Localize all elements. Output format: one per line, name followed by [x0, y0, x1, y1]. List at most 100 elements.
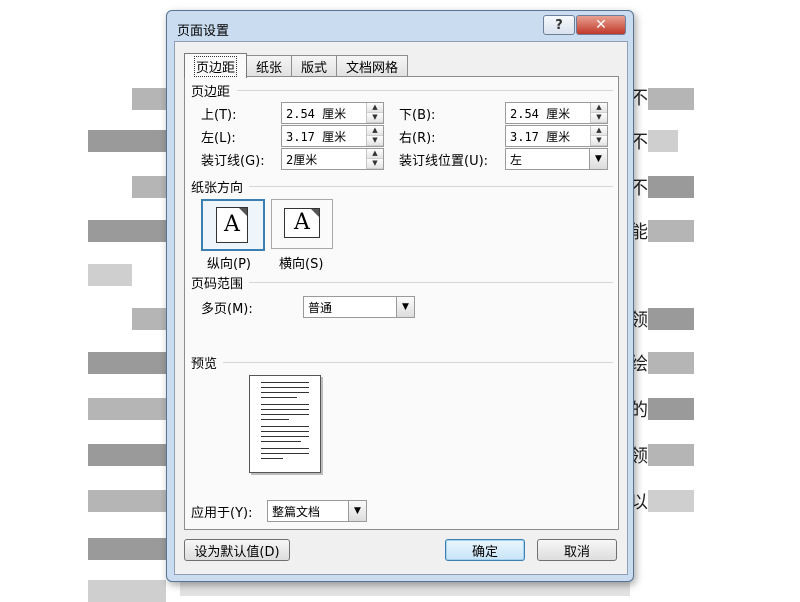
preview-line [261, 404, 309, 405]
gutter-label: 装订线(G): [201, 154, 265, 169]
cancel-button[interactable]: 取消 [537, 539, 617, 561]
help-button[interactable]: ? [543, 15, 575, 35]
apply-to-select[interactable]: 整篇文档 ▼ [267, 500, 367, 522]
chevron-down-icon[interactable]: ▼ [348, 501, 366, 521]
help-icon: ? [555, 17, 563, 33]
close-button[interactable]: ✕ [576, 15, 626, 35]
chevron-down-icon[interactable]: ▼ [396, 297, 414, 317]
preview-line [261, 448, 309, 449]
preview-line [261, 431, 309, 432]
preview-line [261, 441, 301, 442]
gutter-spinner[interactable]: 2厘米 ▲ ▼ [281, 148, 384, 170]
blurred-text [180, 582, 630, 596]
tab-document-grid[interactable]: 文档网格 [336, 55, 409, 77]
right-margin-spinner[interactable]: 3.17 厘米 ▲ ▼ [505, 125, 608, 147]
gutter-value: 2厘米 [286, 153, 318, 167]
page-glyph: A [294, 210, 310, 235]
preview-line [261, 426, 309, 427]
group-separator [223, 362, 613, 363]
page-glyph: A [224, 212, 240, 237]
gutter-position-select[interactable]: 左 ▼ [505, 148, 608, 170]
dialog-client-area: 页边距 纸张 版式 文档网格 页边距 上(T): 2.54 厘米 ▲ ▼ 下(B)… [174, 41, 628, 575]
blurred-text [648, 398, 694, 420]
landscape-label: 横向(S) [279, 257, 324, 272]
blurred-text [648, 352, 694, 374]
tab-label: 版式 [301, 61, 328, 76]
margins-panel: 页边距 上(T): 2.54 厘米 ▲ ▼ 下(B): 2.54 厘米 ▲ ▼ 左(… [184, 76, 619, 530]
bottom-margin-spinner[interactable]: 2.54 厘米 ▲ ▼ [505, 102, 608, 124]
tab-paper[interactable]: 纸张 [246, 55, 293, 77]
preview-page [249, 375, 321, 473]
blurred-text [88, 490, 166, 512]
blurred-text [648, 444, 694, 466]
margins-group-label: 页边距 [191, 85, 231, 100]
set-as-default-button[interactable]: 设为默认值(D) [184, 539, 290, 561]
dialog-titlebar[interactable]: 页面设置 ? ✕ [167, 11, 633, 43]
blurred-text [648, 130, 678, 152]
close-icon: ✕ [595, 17, 607, 33]
apply-to-value: 整篇文档 [272, 505, 321, 519]
spin-down-icon[interactable]: ▼ [367, 136, 383, 146]
preview-line [261, 453, 309, 454]
spin-up-icon[interactable]: ▲ [367, 126, 383, 136]
ok-button[interactable]: 确定 [445, 539, 525, 561]
portrait-page-icon: A [216, 207, 248, 243]
blurred-text [648, 308, 694, 330]
landscape-page-icon: A [284, 208, 320, 238]
chevron-down-icon[interactable]: ▼ [589, 149, 607, 169]
button-label: 取消 [563, 544, 590, 560]
preview-group-label: 预览 [191, 357, 218, 372]
spin-up-icon[interactable]: ▲ [367, 103, 383, 113]
multiple-pages-value: 普通 [308, 301, 333, 315]
landscape-button[interactable]: A [271, 199, 333, 249]
blurred-text [648, 88, 694, 110]
tab-layout[interactable]: 版式 [291, 55, 338, 77]
left-margin-spinner[interactable]: 3.17 厘米 ▲ ▼ [281, 125, 384, 147]
preview-line [261, 436, 309, 437]
top-margin-spinner[interactable]: 2.54 厘米 ▲ ▼ [281, 102, 384, 124]
group-separator [249, 186, 613, 187]
portrait-button[interactable]: A [201, 199, 265, 251]
group-separator [237, 90, 613, 91]
top-margin-label: 上(T): [201, 108, 237, 123]
left-margin-value: 3.17 厘米 [286, 130, 347, 144]
dialog-title: 页面设置 [177, 24, 230, 39]
blurred-text [132, 176, 166, 198]
tab-margins[interactable]: 页边距 [184, 53, 248, 78]
apply-to-label: 应用于(Y): [191, 506, 253, 521]
preview-line [261, 387, 309, 388]
right-margin-value: 3.17 厘米 [510, 130, 571, 144]
spin-down-icon[interactable]: ▼ [367, 159, 383, 169]
group-separator [249, 282, 613, 283]
spin-up-icon[interactable]: ▲ [591, 126, 607, 136]
spin-down-icon[interactable]: ▼ [367, 113, 383, 123]
preview-line [261, 419, 289, 420]
preview-line [261, 409, 309, 410]
orientation-group-label: 纸张方向 [191, 181, 244, 196]
portrait-label: 纵向(P) [207, 257, 251, 272]
preview-line [261, 397, 297, 398]
pages-group-label: 页码范围 [191, 277, 244, 292]
spin-up-icon[interactable]: ▲ [591, 103, 607, 113]
multiple-pages-label: 多页(M): [201, 302, 253, 317]
tab-label: 纸张 [256, 61, 283, 76]
spin-down-icon[interactable]: ▼ [591, 136, 607, 146]
bottom-margin-value: 2.54 厘米 [510, 107, 571, 121]
preview-line [261, 414, 309, 415]
tab-label: 文档网格 [346, 61, 399, 76]
multiple-pages-select[interactable]: 普通 ▼ [303, 296, 415, 318]
gutter-position-label: 装订线位置(U): [399, 154, 489, 169]
spin-down-icon[interactable]: ▼ [591, 113, 607, 123]
blurred-text [88, 352, 166, 374]
blurred-text [648, 220, 694, 242]
blurred-text [88, 538, 166, 560]
tab-label: 页边距 [194, 55, 238, 77]
page-setup-dialog: 页面设置 ? ✕ 页边距 纸张 版式 文档网格 页边距 上(T): 2.54 厘… [166, 10, 634, 582]
spin-up-icon[interactable]: ▲ [367, 149, 383, 159]
blurred-text [132, 308, 166, 330]
button-label: 确定 [471, 544, 498, 560]
preview-line [261, 458, 283, 459]
blurred-text [88, 398, 166, 420]
blurred-text [88, 580, 166, 602]
blurred-text [88, 220, 166, 242]
